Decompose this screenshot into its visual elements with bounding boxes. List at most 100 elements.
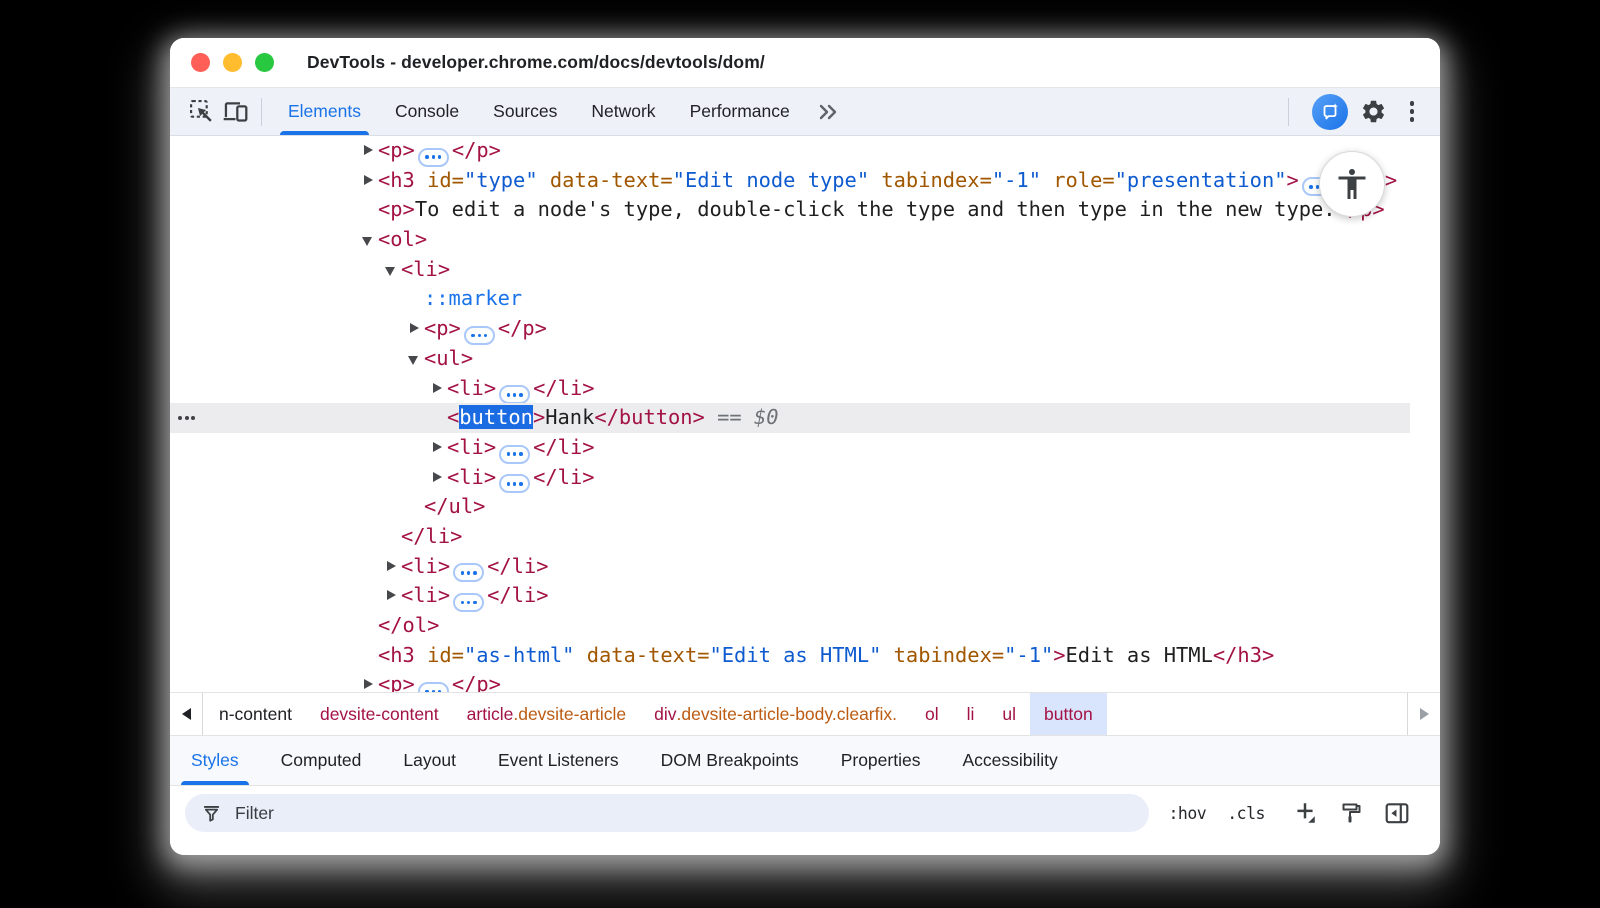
inspect-cursor-icon[interactable]	[184, 95, 218, 129]
expand-arrow-icon[interactable]	[362, 233, 378, 247]
breadcrumb-item[interactable]: n-content	[205, 693, 306, 735]
filter-funnel-icon	[201, 803, 222, 824]
tab-console[interactable]: Console	[378, 88, 476, 135]
dom-tree-row[interactable]: <li></li>	[170, 581, 1440, 611]
dom-tree-row[interactable]: <li>	[170, 255, 1440, 285]
dom-tree-row[interactable]: <p></p>	[170, 314, 1440, 344]
dom-tree-row[interactable]: <ul>	[170, 344, 1440, 374]
breadcrumb-item[interactable]: article.devsite-article	[453, 693, 641, 735]
styles-tab-styles[interactable]: Styles	[170, 736, 260, 785]
expand-arrow-icon[interactable]	[362, 678, 378, 692]
code-tag: <h3	[378, 168, 415, 192]
expand-arrow-icon[interactable]	[385, 589, 401, 603]
more-tabs-chevrons-icon[interactable]	[807, 100, 851, 124]
tab-network[interactable]: Network	[574, 88, 672, 135]
dom-tree-row[interactable]: <p>To edit a node's type, double-click t…	[170, 195, 1440, 225]
dom-tree-row[interactable]: </ol>	[170, 611, 1440, 641]
ai-assistance-icon[interactable]	[1312, 94, 1348, 130]
dom-tree-row[interactable]: <li></li>	[170, 374, 1440, 404]
breadcrumb-item[interactable]: li	[953, 693, 989, 735]
dom-tree-row[interactable]: <li></li>	[170, 552, 1440, 582]
breadcrumb-item[interactable]: button	[1030, 693, 1107, 735]
code-tag: </li>	[533, 376, 594, 400]
expand-arrow-icon[interactable]	[385, 263, 401, 277]
code-tag: <li>	[401, 257, 450, 281]
filter-controls: :hov .cls	[1169, 794, 1411, 832]
expand-arrow-icon[interactable]	[431, 441, 447, 455]
expand-arrow-icon[interactable]	[431, 382, 447, 396]
device-toolbar-icon[interactable]	[218, 95, 252, 129]
paint-brush-icon[interactable]	[1339, 801, 1363, 825]
styles-tab-computed[interactable]: Computed	[260, 736, 383, 785]
code-val: "-1"	[992, 168, 1041, 192]
dom-tree-row[interactable]: ::marker	[170, 284, 1440, 314]
breadcrumb-item[interactable]: ol	[911, 693, 953, 735]
expand-arrow-icon[interactable]	[408, 352, 424, 366]
dom-tree-row[interactable]: <h3 id="type" data-text="Edit node type"…	[170, 166, 1440, 196]
code-tag: </p>	[498, 316, 547, 340]
dom-tree-row[interactable]: <p></p>	[170, 670, 1440, 692]
collapsed-content-icon[interactable]	[499, 474, 530, 493]
expand-arrow-icon[interactable]	[408, 322, 424, 336]
toggle-element-state-button[interactable]: :hov	[1169, 804, 1207, 823]
zoom-window-button[interactable]	[255, 53, 274, 72]
traffic-lights	[170, 53, 274, 72]
chevron-left-icon	[182, 708, 191, 720]
breadcrumb-item[interactable]: ul	[988, 693, 1030, 735]
more-actions-icon[interactable]	[178, 416, 195, 420]
tab-sources[interactable]: Sources	[476, 88, 574, 135]
collapsed-content-icon[interactable]	[453, 563, 484, 582]
collapsed-content-icon[interactable]	[464, 326, 495, 345]
collapsed-content-icon[interactable]	[499, 385, 530, 404]
filter-field[interactable]	[185, 794, 1149, 832]
crumb-cls: .devsite-article	[513, 704, 626, 725]
tab-elements[interactable]: Elements	[271, 88, 378, 135]
breadcrumb-item[interactable]: devsite-content	[306, 693, 453, 735]
styles-tab-dom-breakpoints[interactable]: DOM Breakpoints	[640, 736, 820, 785]
breadcrumb-item[interactable]: div.devsite-article-body.clearfix.	[640, 693, 911, 735]
code-text: Edit as HTML	[1066, 643, 1213, 667]
dom-tree-row[interactable]: <button>Hank</button> == $0	[170, 403, 1440, 433]
breadcrumb-scroll-right-button[interactable]	[1407, 693, 1440, 735]
collapsed-content-icon[interactable]	[453, 593, 484, 612]
styles-filter-bar: :hov .cls	[170, 786, 1440, 855]
code-dollar: $0	[754, 405, 779, 429]
expand-arrow-icon[interactable]	[385, 560, 401, 574]
code-tag: </li>	[401, 524, 462, 548]
collapsed-content-icon[interactable]	[418, 148, 449, 167]
dom-tree-row[interactable]: </li>	[170, 522, 1440, 552]
dom-tree-row[interactable]: <p></p>	[170, 136, 1440, 166]
code-tag: >	[1053, 643, 1065, 667]
styles-tab-event-listeners[interactable]: Event Listeners	[477, 736, 640, 785]
styles-tab-accessibility[interactable]: Accessibility	[941, 736, 1078, 785]
collapsed-content-icon[interactable]	[499, 445, 530, 464]
expand-arrow-icon[interactable]	[362, 144, 378, 158]
styles-tab-properties[interactable]: Properties	[820, 736, 942, 785]
styles-tab-layout[interactable]: Layout	[382, 736, 477, 785]
expand-arrow-icon[interactable]	[431, 471, 447, 485]
crumb-tag: button	[1044, 704, 1093, 725]
close-window-button[interactable]	[191, 53, 210, 72]
dom-tree-row[interactable]: <li></li>	[170, 463, 1440, 493]
new-style-rule-plus-icon[interactable]	[1292, 800, 1318, 826]
toolbar-divider	[261, 98, 262, 126]
styles-panel-tabs: StylesComputedLayoutEvent ListenersDOM B…	[170, 736, 1440, 786]
dom-tree-row[interactable]: <li></li>	[170, 433, 1440, 463]
tab-performance[interactable]: Performance	[673, 88, 807, 135]
code-eq: ==	[705, 405, 754, 429]
code-tag: <p>	[378, 672, 415, 692]
expand-arrow-icon[interactable]	[362, 174, 378, 188]
dom-tree-row[interactable]: <ol>	[170, 225, 1440, 255]
settings-gear-icon[interactable]	[1357, 95, 1391, 129]
dom-tree-row[interactable]: </ul>	[170, 492, 1440, 522]
collapsed-content-icon[interactable]	[418, 682, 449, 692]
element-classes-button[interactable]: .cls	[1227, 804, 1265, 823]
code-text: To edit a node's type, double-click the …	[415, 197, 1336, 221]
breadcrumb-scroll-left-button[interactable]	[170, 693, 203, 735]
filter-input[interactable]	[235, 803, 1133, 824]
dom-tree-row[interactable]: <h3 id="as-html" data-text="Edit as HTML…	[170, 641, 1440, 671]
kebab-menu-icon[interactable]	[1400, 95, 1425, 128]
crumb-plain: n-content	[219, 704, 292, 725]
minimize-window-button[interactable]	[223, 53, 242, 72]
sidebar-toggle-icon[interactable]	[1384, 800, 1410, 826]
